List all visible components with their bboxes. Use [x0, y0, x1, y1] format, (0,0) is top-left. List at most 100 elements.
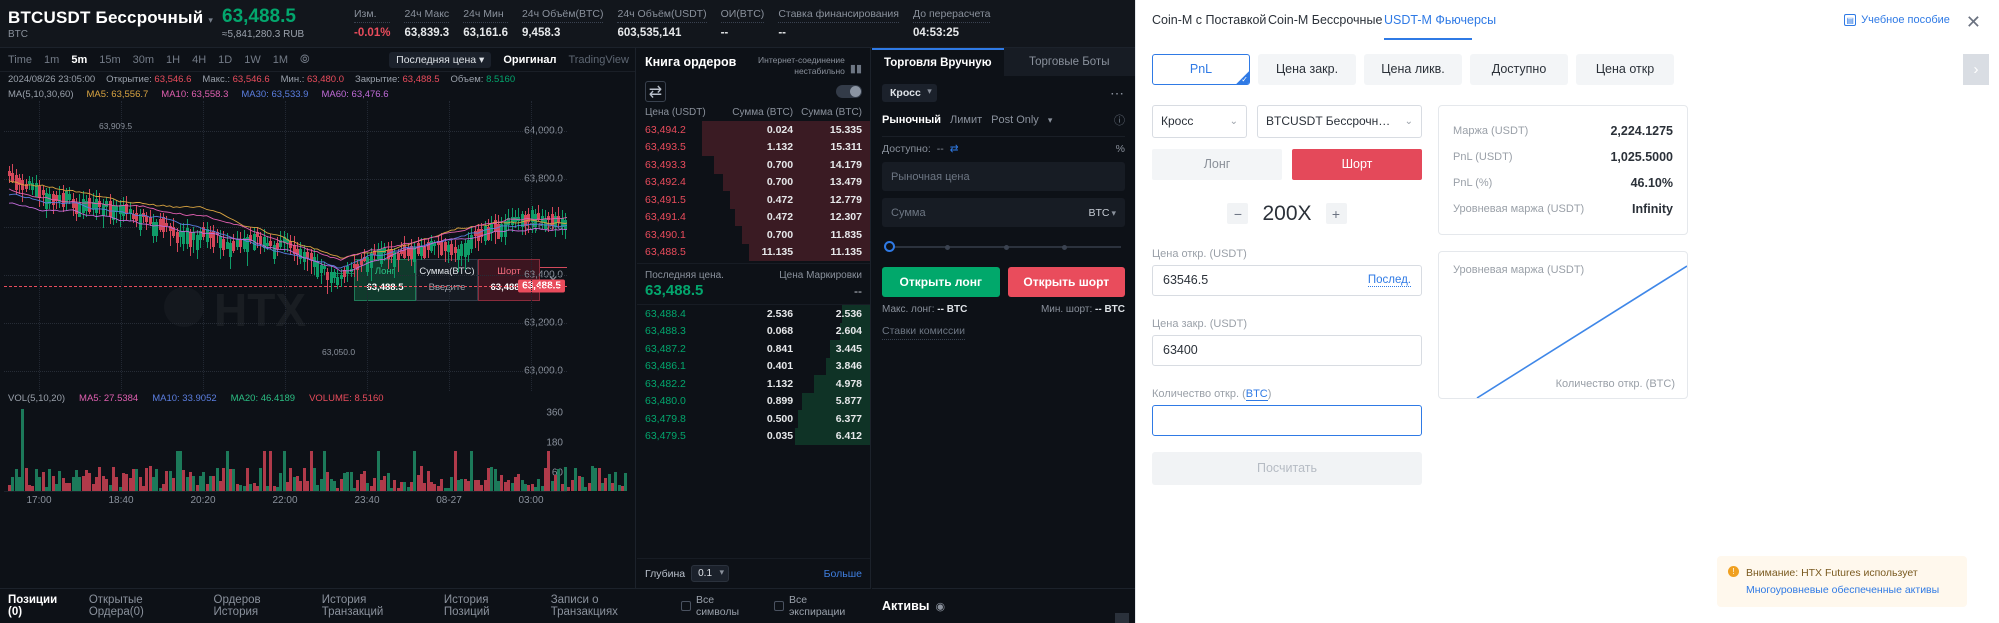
time-tick: 08-27: [436, 495, 462, 506]
market-stat-label: 24ч Макс: [404, 8, 449, 23]
chevron-down-icon[interactable]: ▾: [1048, 115, 1053, 126]
tf-1m[interactable]: 1m: [44, 54, 59, 66]
orderbook-row[interactable]: 63,487.20.8413.445: [637, 340, 870, 358]
order-type-limit[interactable]: Лимит: [950, 114, 982, 126]
chevron-right-icon[interactable]: ›: [1963, 54, 1989, 85]
orderbook-more-link[interactable]: Больше: [824, 568, 862, 580]
orderbook-row[interactable]: 63,486.10.4013.846: [637, 358, 870, 376]
orderbook-row[interactable]: 63,493.51.13215.311: [637, 139, 870, 157]
margin-mode-button[interactable]: Кросс: [882, 84, 937, 102]
ma5-value: MA5: 63,556.7: [86, 89, 148, 100]
chevron-down-icon[interactable]: ▾: [208, 15, 213, 26]
open-short-button[interactable]: Открыть шорт: [1008, 267, 1126, 297]
orderbook-row[interactable]: 63,492.40.70013.479: [637, 174, 870, 192]
leverage-decrease-button[interactable]: −: [1227, 203, 1248, 224]
orderbook-row[interactable]: 63,491.50.47212.779: [637, 191, 870, 209]
tab-position-history[interactable]: История Позиций: [444, 594, 534, 618]
orderbook-toggle[interactable]: [836, 85, 862, 98]
orderbook-row[interactable]: 63,490.10.70011.835: [637, 226, 870, 244]
tutorial-link[interactable]: ▤ Учебное пособие: [1844, 12, 1950, 26]
orderbook-row[interactable]: 63,480.00.8995.877: [637, 393, 870, 411]
ohlc-volume-value: 8.5160: [486, 74, 515, 85]
pill-available[interactable]: Доступно: [1470, 54, 1568, 85]
open-price-input[interactable]: 63546.5 Послед.: [1152, 265, 1422, 296]
scroll-nub[interactable]: [1115, 613, 1129, 623]
orderbook-layout-icon[interactable]: ⇄: [645, 81, 666, 102]
fee-rates-link[interactable]: Ставки комиссии: [882, 325, 965, 340]
warning-text-link[interactable]: Многоуровневые обеспеченные активы: [1746, 584, 1939, 596]
orderbook-row[interactable]: 63,482.21.1324.978: [637, 375, 870, 393]
tf-1h[interactable]: 1H: [166, 54, 180, 66]
signal-bars-icon: ▮▮: [850, 62, 862, 75]
orderbook-row[interactable]: 63,493.30.70014.179: [637, 156, 870, 174]
side-long-button[interactable]: Лонг: [1152, 149, 1282, 180]
pill-open-price[interactable]: Цена откр: [1576, 54, 1674, 85]
eye-icon[interactable]: ◉: [935, 600, 945, 613]
order-type-market[interactable]: Рыночный: [882, 114, 941, 126]
use-last-price-button[interactable]: Послед.: [1368, 274, 1411, 287]
tab-coinm-delivery[interactable]: Coin-M с Поставкой: [1152, 12, 1268, 52]
amount-input[interactable]: Сумма BTC▾: [882, 198, 1125, 227]
depth-select[interactable]: 0.1: [691, 565, 729, 582]
tab-open-orders[interactable]: Открытые Ордера(0): [89, 594, 197, 618]
tab-positions[interactable]: Позиции (0): [8, 594, 72, 618]
orderbook-row[interactable]: 63,491.40.47212.307: [637, 209, 870, 227]
orderbook-row[interactable]: 63,479.50.0356.412: [637, 428, 870, 446]
calculate-button[interactable]: Посчитать: [1152, 452, 1422, 485]
tab-transaction-history[interactable]: История Транзакций: [322, 594, 427, 618]
slider-node-50[interactable]: [1004, 245, 1009, 250]
orderbook-row[interactable]: 63,488.30.0682.604: [637, 323, 870, 341]
chart-settings-icon[interactable]: ⦾: [300, 52, 310, 67]
price-plot[interactable]: HTX 63,909.5 63,050.0 Лонг 63,488.5 Сумм…: [4, 101, 567, 391]
tf-4h[interactable]: 4H: [192, 54, 206, 66]
market-stat-label: До перерасчета: [913, 8, 991, 23]
tab-tradingview[interactable]: TradingView: [568, 54, 629, 66]
close-price-input[interactable]: 63400: [1152, 335, 1422, 366]
depth-label: Глубина: [645, 568, 685, 580]
leverage-increase-button[interactable]: +: [1326, 203, 1347, 224]
tab-original[interactable]: Оригинал: [503, 54, 556, 66]
orderbook-row[interactable]: 63,494.20.02415.335: [637, 121, 870, 139]
percent-icon[interactable]: %: [1116, 143, 1125, 155]
tab-trading-bots[interactable]: Торговые Боты: [1004, 48, 1136, 76]
tf-30m[interactable]: 30m: [133, 54, 154, 66]
amount-unit-select[interactable]: BTC▾: [1088, 207, 1116, 219]
contract-select[interactable]: BTCUSDT Бессрочн…⌄: [1257, 105, 1422, 138]
slider-knob[interactable]: [884, 241, 895, 252]
tab-coinm-perpetual[interactable]: Coin-M Бессрочные: [1268, 12, 1384, 52]
checkbox-all-expirations[interactable]: Все экспирации: [774, 594, 863, 618]
quantity-input[interactable]: [1152, 405, 1422, 436]
tf-time[interactable]: Time: [8, 54, 32, 66]
orderbook-row[interactable]: 63,488.42.5362.536: [637, 305, 870, 323]
tab-order-history[interactable]: Ордеров История: [214, 594, 305, 618]
tf-1w[interactable]: 1W: [244, 54, 261, 66]
orderbook-amount: 0.024: [724, 124, 793, 136]
slider-node-25[interactable]: [945, 245, 950, 250]
tab-usdtm-futures[interactable]: USDT-M Фьючерсы: [1384, 12, 1500, 52]
amount-slider[interactable]: [886, 241, 1121, 253]
margin-mode-select[interactable]: Кросс⌄: [1152, 105, 1247, 138]
info-icon[interactable]: ⓘ: [1114, 112, 1125, 128]
checkbox-all-symbols[interactable]: Все символы: [681, 594, 757, 618]
transfer-icon[interactable]: ⇄: [950, 143, 959, 155]
tf-1d[interactable]: 1D: [218, 54, 232, 66]
tf-5m[interactable]: 5m: [71, 54, 87, 66]
pill-liq-price[interactable]: Цена ликв.: [1364, 54, 1462, 85]
tf-1m-month[interactable]: 1M: [273, 54, 288, 66]
side-short-button[interactable]: Шорт: [1292, 149, 1422, 180]
open-long-button[interactable]: Открыть лонг: [882, 267, 1000, 297]
tf-15m[interactable]: 15m: [99, 54, 120, 66]
order-type-postonly[interactable]: Post Only: [991, 114, 1039, 126]
tab-manual-trading[interactable]: Торговля Вручную: [872, 48, 1004, 76]
pill-pnl[interactable]: PnL✓: [1152, 54, 1250, 85]
price-input[interactable]: Рыночная цена: [882, 162, 1125, 191]
pill-close-price[interactable]: Цена закр.: [1258, 54, 1356, 85]
symbol-block[interactable]: BTCUSDT Бессрочный ▾ BTC: [6, 8, 220, 40]
orderbook-row[interactable]: 63,488.511.13511.135: [637, 244, 870, 262]
ellipsis-icon[interactable]: ⋯: [1110, 85, 1125, 102]
close-icon[interactable]: ✕: [1966, 12, 1983, 33]
tab-transaction-records[interactable]: Записи о Транзакциях: [551, 594, 665, 618]
orderbook-row[interactable]: 63,479.80.5006.377: [637, 410, 870, 428]
slider-node-75[interactable]: [1062, 245, 1067, 250]
price-type-chip[interactable]: Последняя цена ▾: [389, 52, 491, 68]
